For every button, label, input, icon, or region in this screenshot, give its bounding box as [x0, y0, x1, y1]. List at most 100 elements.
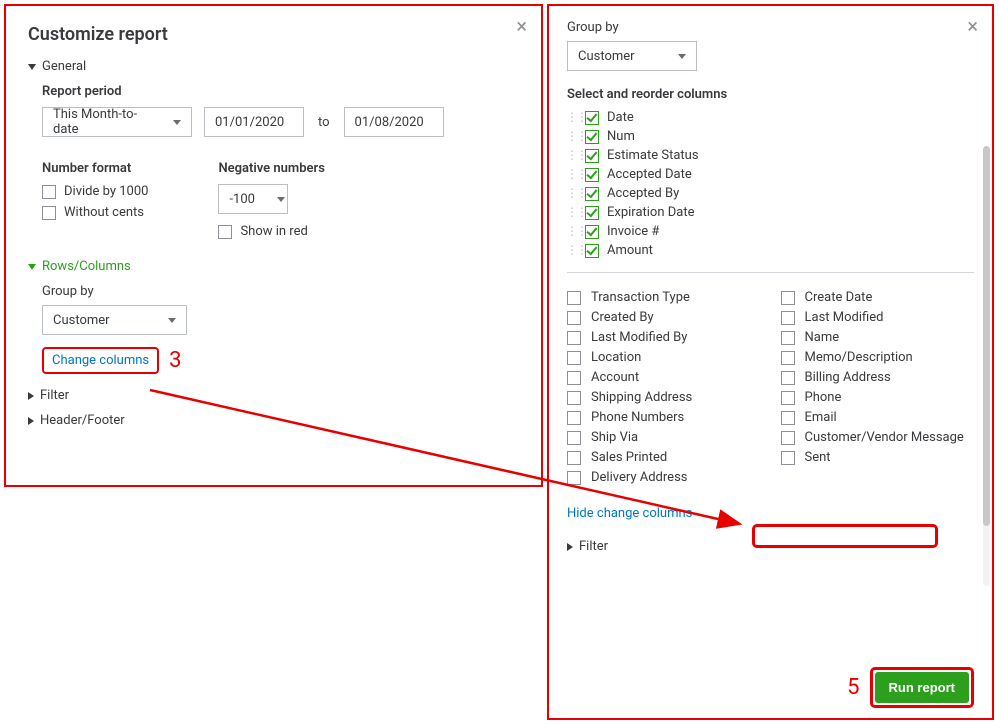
close-icon[interactable]: ×: [516, 16, 527, 36]
column-label: Sent: [805, 450, 831, 465]
column-label: Accepted Date: [607, 167, 692, 182]
selected-column-item[interactable]: Date: [567, 110, 974, 125]
scrollbar-thumb[interactable]: [983, 146, 990, 526]
report-period-label: Report period: [42, 84, 519, 99]
selected-column-item[interactable]: Accepted Date: [567, 167, 974, 182]
available-column-item[interactable]: Phone: [781, 390, 975, 405]
checkbox-unchecked-icon[interactable]: [781, 291, 795, 305]
section-general-label: General: [42, 59, 86, 74]
report-period-select[interactable]: This Month-to-date: [42, 107, 192, 137]
group-by-select-left[interactable]: Customer: [42, 305, 187, 335]
drag-handle-icon[interactable]: [567, 225, 577, 239]
checkbox-unchecked-icon[interactable]: [567, 391, 581, 405]
available-column-item[interactable]: Ship Via: [567, 430, 761, 445]
section-general[interactable]: General: [28, 59, 519, 74]
hide-change-columns-link[interactable]: Hide change columns: [567, 506, 974, 521]
checkbox-unchecked-icon[interactable]: [567, 331, 581, 345]
available-column-item[interactable]: Last Modified: [781, 310, 975, 325]
scrollbar[interactable]: [983, 146, 990, 586]
drag-handle-icon[interactable]: [567, 168, 577, 182]
checkbox-checked-icon[interactable]: [585, 168, 599, 182]
checkbox-checked-icon[interactable]: [585, 225, 599, 239]
available-column-item[interactable]: Location: [567, 350, 761, 365]
available-column-item[interactable]: Memo/Description: [781, 350, 975, 365]
available-column-item[interactable]: Customer/Vendor Message: [781, 430, 975, 445]
selected-column-item[interactable]: Accepted By: [567, 186, 974, 201]
section-filter-right[interactable]: Filter: [567, 539, 974, 554]
caret-right-icon: [567, 543, 573, 551]
checkbox-checked-icon[interactable]: [585, 111, 599, 125]
column-label: Account: [591, 370, 639, 385]
section-rows-columns[interactable]: Rows/Columns: [28, 259, 519, 274]
checkbox-unchecked-icon[interactable]: [567, 291, 581, 305]
checkbox-checked-icon[interactable]: [585, 244, 599, 258]
group-by-select-right[interactable]: Customer: [567, 41, 697, 71]
date-from-input[interactable]: 01/01/2020: [204, 107, 304, 137]
checkbox-unchecked-icon[interactable]: [567, 351, 581, 365]
drag-handle-icon[interactable]: [567, 206, 577, 220]
checkbox-unchecked-icon[interactable]: [567, 451, 581, 465]
section-header-footer[interactable]: Header/Footer: [28, 413, 519, 428]
selected-columns-list: Date Num Estimate Status Accepted Date Accep…: [567, 110, 974, 258]
selected-column-item[interactable]: Expiration Date: [567, 205, 974, 220]
available-column-item[interactable]: Phone Numbers: [567, 410, 761, 425]
negative-numbers-label: Negative numbers: [218, 161, 324, 176]
drag-handle-icon[interactable]: [567, 130, 577, 144]
checkbox-unchecked-icon[interactable]: [781, 311, 795, 325]
drag-handle-icon[interactable]: [567, 244, 577, 258]
checkbox-unchecked-icon[interactable]: [567, 311, 581, 325]
checkbox-checked-icon[interactable]: [585, 187, 599, 201]
column-label: Date: [607, 110, 634, 125]
section-filter[interactable]: Filter: [28, 388, 519, 403]
checkbox-unchecked-icon[interactable]: [781, 431, 795, 445]
selected-column-item[interactable]: Amount: [567, 243, 974, 258]
selected-column-item[interactable]: Estimate Status: [567, 148, 974, 163]
column-label: Name: [805, 330, 840, 345]
customize-report-panel: × Customize report General Report period…: [4, 4, 543, 487]
close-icon[interactable]: ×: [967, 16, 978, 36]
checkbox-unchecked-icon[interactable]: [567, 411, 581, 425]
divide-by-1000-checkbox[interactable]: Divide by 1000: [42, 184, 148, 199]
caret-down-icon: [28, 264, 36, 270]
checkbox-unchecked-icon[interactable]: [781, 411, 795, 425]
available-column-item[interactable]: Create Date: [781, 290, 975, 305]
checkbox-unchecked-icon[interactable]: [781, 371, 795, 385]
chevron-down-icon: [173, 120, 181, 125]
checkbox-unchecked-icon[interactable]: [781, 451, 795, 465]
checkbox-checked-icon[interactable]: [585, 206, 599, 220]
checkbox-checked-icon[interactable]: [585, 130, 599, 144]
show-in-red-checkbox[interactable]: Show in red: [218, 224, 324, 239]
checkbox-unchecked-icon[interactable]: [567, 371, 581, 385]
without-cents-checkbox[interactable]: Without cents: [42, 205, 148, 220]
negative-numbers-select[interactable]: -100: [218, 184, 288, 214]
available-column-item[interactable]: Transaction Type: [567, 290, 761, 305]
available-column-item[interactable]: Account: [567, 370, 761, 385]
column-label: Email: [805, 410, 837, 425]
checkbox-unchecked-icon[interactable]: [781, 331, 795, 345]
column-label: Shipping Address: [591, 390, 692, 405]
available-column-item[interactable]: Created By: [567, 310, 761, 325]
date-to-input[interactable]: 01/08/2020: [344, 107, 444, 137]
selected-column-item[interactable]: Num: [567, 129, 974, 144]
available-column-item[interactable]: Billing Address: [781, 370, 975, 385]
available-column-item[interactable]: Last Modified By: [567, 330, 761, 345]
drag-handle-icon[interactable]: [567, 111, 577, 125]
available-column-item[interactable]: Shipping Address: [567, 390, 761, 405]
column-label: Phone Numbers: [591, 410, 684, 425]
run-report-button[interactable]: Run report: [875, 672, 969, 703]
available-column-item[interactable]: Sales Printed: [567, 450, 761, 465]
available-column-item[interactable]: Name: [781, 330, 975, 345]
drag-handle-icon[interactable]: [567, 187, 577, 201]
available-column-item[interactable]: Sent: [781, 450, 975, 465]
checkbox-unchecked-icon[interactable]: [567, 471, 581, 485]
available-column-item[interactable]: Email: [781, 410, 975, 425]
available-column-item[interactable]: Delivery Address: [567, 470, 761, 485]
checkbox-unchecked-icon[interactable]: [567, 431, 581, 445]
drag-handle-icon[interactable]: [567, 149, 577, 163]
checkbox-checked-icon[interactable]: [585, 149, 599, 163]
checkbox-unchecked-icon[interactable]: [781, 351, 795, 365]
change-columns-link[interactable]: Change columns: [42, 347, 159, 374]
checkbox-unchecked-icon[interactable]: [781, 391, 795, 405]
selected-column-item[interactable]: Invoice #: [567, 224, 974, 239]
column-label: Delivery Address: [591, 470, 688, 485]
